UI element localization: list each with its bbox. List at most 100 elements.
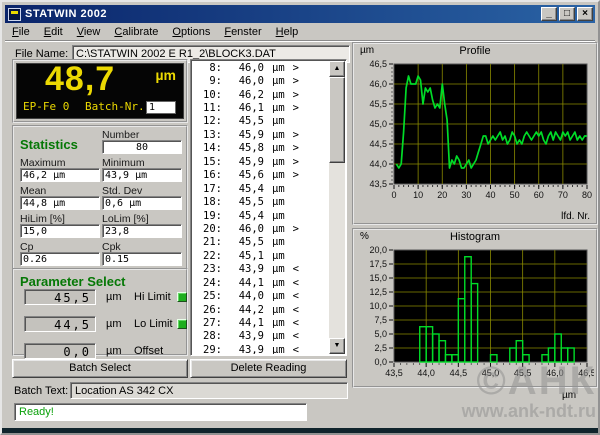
reading-row[interactable]: 8:46,0µm> [192,61,329,74]
menu-item-calibrate[interactable]: Calibrate [107,24,165,40]
menu-item-help[interactable]: Help [269,24,306,40]
reading-row[interactable]: 28:43,9µm< [192,330,329,343]
lcd-probe-label: EP-Fe 0 [23,100,69,113]
menu-item-view[interactable]: View [70,24,108,40]
reading-row[interactable]: 24:44,1µm< [192,276,329,289]
reading-index: 14: [192,142,222,154]
close-button[interactable]: × [577,7,593,21]
reading-index: 17: [192,183,222,195]
lcd-panel: 48,7 µm EP-Fe 0 Batch-Nr.: 1 [12,59,188,123]
menu-item-options[interactable]: Options [165,24,217,40]
svg-text:15,0: 15,0 [369,273,387,283]
svg-text:60: 60 [534,190,544,200]
offset-field[interactable]: 0,0 [24,343,96,359]
menu-item-fenster[interactable]: Fenster [217,24,268,40]
reading-index: 28: [192,330,222,342]
reading-unit: µm [272,75,285,87]
reading-limit-flag: > [293,142,299,154]
param-label: Offset [134,345,163,357]
menu-item-edit[interactable]: Edit [37,24,70,40]
profile-chart-title: Profile [354,45,596,57]
reading-value: 43,9 [230,344,264,354]
reading-index: 15: [192,156,222,168]
stat-value-field: 44,8 µm [20,196,100,210]
reading-index: 23: [192,263,222,275]
profile-chart: 0102030405060708043,544,044,545,045,546,… [354,58,596,213]
reading-row[interactable]: 11:46,1µm> [192,101,329,114]
hi-limit-field[interactable]: 45,5 [24,289,96,305]
reading-row[interactable]: 9:46,0µm> [192,74,329,87]
reading-row[interactable]: 27:44,1µm< [192,316,329,329]
reading-row[interactable]: 19:45,4µm [192,209,329,222]
reading-index: 29: [192,344,222,354]
reading-row[interactable]: 15:45,9µm> [192,155,329,168]
stat-value-field: 43,9 µm [102,168,182,182]
minimize-button[interactable]: _ [541,7,557,21]
readings-scrollbar[interactable]: ▲ ▼ [329,61,345,354]
app-icon[interactable] [8,8,21,21]
limit-led-indicator[interactable] [177,319,187,329]
reading-value: 43,9 [230,330,264,342]
reading-index: 22: [192,250,222,262]
reading-row[interactable]: 16:45,6µm> [192,169,329,182]
reading-row[interactable]: 13:45,9µm> [192,128,329,141]
reading-row[interactable]: 23:43,9µm< [192,263,329,276]
reading-limit-flag: < [293,330,299,342]
delete-reading-button[interactable]: Delete Reading [190,359,347,378]
reading-row[interactable]: 21:45,5µm [192,236,329,249]
readings-listbox[interactable]: 8:46,0µm>9:46,0µm>10:46,2µm>11: 46,1 µm >12… [190,59,347,356]
reading-limit-flag: < [293,317,299,329]
reading-index: 19: [192,210,222,222]
lo-limit-field[interactable]: 44,5 [24,316,96,332]
profile-chart-panel: µm Profile 0102030405060708043,544,044,5… [352,42,598,225]
maximize-button[interactable]: □ [559,7,575,21]
reading-value: 44,1 [230,317,264,329]
reading-limit-flag: < [293,304,299,316]
svg-text:10: 10 [413,190,423,200]
reading-unit: µm [272,277,285,289]
reading-row[interactable]: 17:45,4µm [192,182,329,195]
parameter-row: 0,0µmOffset [14,343,186,359]
reading-row[interactable]: 10:46,2µm> [192,88,329,101]
reading-value: 45,5 [230,236,264,248]
batch-text-field[interactable]: Location AS 342 CX [70,382,348,399]
reading-row[interactable]: 29:43,9µm< [192,343,329,354]
reading-value: 43,9 [230,263,264,275]
reading-row[interactable]: 25:44,0µm< [192,289,329,302]
reading-unit: µm [272,304,285,316]
scrollbar-thumb[interactable] [329,77,345,163]
param-label: Hi Limit [134,291,171,303]
reading-row[interactable]: 22:45,1µm [192,249,329,262]
batch-select-button[interactable]: Batch Select [12,359,188,378]
svg-text:43,5: 43,5 [369,179,387,189]
reading-index: 12: [192,115,222,127]
reading-unit: µm [272,183,285,195]
svg-text:2,5: 2,5 [374,343,387,353]
svg-text:44,5: 44,5 [450,368,468,378]
reading-index: 11: [192,102,222,114]
scrollbar-up-icon[interactable]: ▲ [329,61,345,77]
limit-led-indicator[interactable] [177,292,187,302]
reading-unit: µm [272,102,285,114]
title-bar[interactable]: STATWIN 2002 _ □ × [5,5,595,23]
reading-value: 46,1 [230,102,264,114]
svg-text:45,0: 45,0 [369,119,387,129]
svg-text:46,5: 46,5 [578,368,594,378]
reading-row[interactable]: 20:46,0µm> [192,222,329,235]
window-bottom-edge [2,428,598,433]
window-title: STATWIN 2002 [25,8,107,20]
lcd-screen: 48,7 µm EP-Fe 0 Batch-Nr.: 1 [16,63,184,119]
lcd-unit-label: µm [155,67,176,83]
batch-number-field[interactable]: 1 [146,101,176,114]
reading-value: 46,0 [230,223,264,235]
reading-index: 26: [192,304,222,316]
reading-row[interactable]: 18:45,5µm [192,195,329,208]
scrollbar-down-icon[interactable]: ▼ [329,338,345,354]
reading-limit-flag: > [293,62,299,74]
reading-row[interactable]: 12:45,5µm [192,115,329,128]
svg-text:45,5: 45,5 [514,368,532,378]
reading-row[interactable]: 14:45,8µm> [192,142,329,155]
reading-row[interactable]: 26:44,2µm< [192,303,329,316]
app-window: STATWIN 2002 _ □ × FileEditViewCalibrate… [0,0,600,435]
menu-item-file[interactable]: File [5,24,37,40]
